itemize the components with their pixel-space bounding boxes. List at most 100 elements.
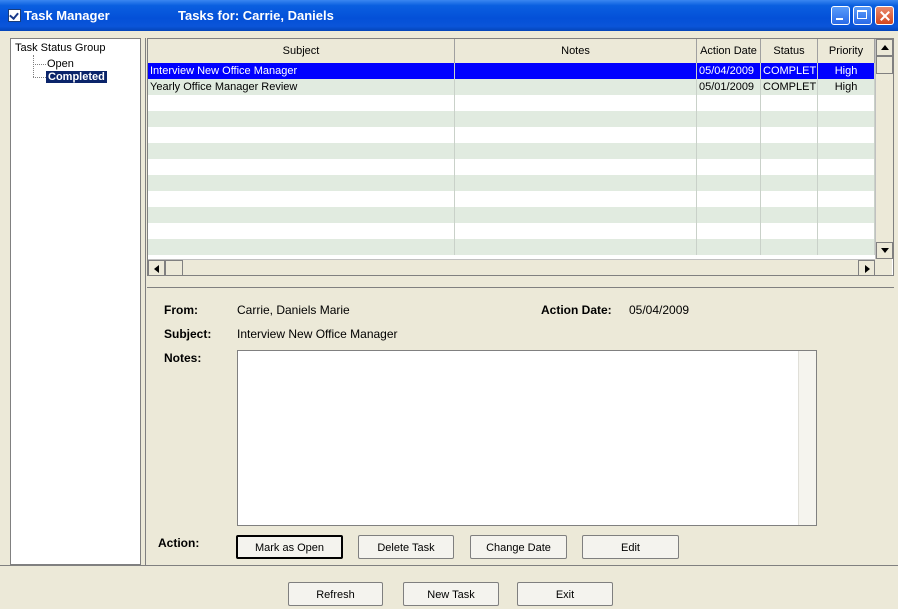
empty-cell (148, 111, 455, 127)
arrow-up-icon (881, 45, 889, 50)
notes-label: Notes: (164, 351, 202, 365)
scroll-thumb[interactable] (876, 56, 893, 74)
empty-cell (761, 159, 818, 175)
empty-cell (697, 191, 761, 207)
empty-cell (761, 127, 818, 143)
empty-cell (818, 95, 875, 111)
empty-cell (818, 127, 875, 143)
empty-cell (697, 207, 761, 223)
vertical-scrollbar[interactable] (875, 39, 893, 259)
cell-notes (455, 63, 697, 79)
empty-cell (818, 191, 875, 207)
empty-cell (455, 95, 697, 111)
minimize-icon[interactable] (831, 6, 850, 25)
empty-row (148, 127, 875, 143)
empty-cell (697, 143, 761, 159)
cell-status: COMPLETE (763, 79, 818, 95)
scroll-right-button[interactable] (858, 260, 875, 275)
empty-cell (818, 239, 875, 255)
exit-button[interactable]: Exit (517, 582, 613, 606)
empty-row (148, 159, 875, 175)
change-date-button[interactable]: Change Date (470, 535, 567, 559)
empty-cell (761, 111, 818, 127)
scroll-left-button[interactable] (148, 260, 165, 275)
empty-cell (148, 191, 455, 207)
table-row[interactable]: Yearly Office Manager Review 05/01/2009 … (148, 79, 875, 95)
empty-cell (455, 191, 697, 207)
tasks-for-title: Tasks for: Carrie, Daniels (178, 8, 334, 23)
tree-connector (33, 77, 46, 78)
table-row[interactable]: Interview New Office Manager 05/04/2009 … (148, 63, 875, 79)
action-label: Action: (158, 536, 200, 550)
column-notes[interactable]: Notes (455, 39, 697, 63)
horizontal-scrollbar[interactable] (148, 259, 875, 275)
status-tree[interactable]: Task Status Group Open Completed (10, 38, 141, 565)
maximize-icon[interactable] (853, 6, 872, 25)
empty-cell (697, 111, 761, 127)
subject-value: Interview New Office Manager (237, 327, 398, 341)
notes-scrollbar[interactable] (798, 351, 816, 525)
tree-connector (33, 64, 46, 65)
empty-cell (697, 239, 761, 255)
tree-item-open[interactable]: Open (47, 58, 74, 70)
action-date-value: 05/04/2009 (629, 303, 690, 317)
empty-cell (148, 175, 455, 191)
empty-cell (697, 95, 761, 111)
from-label: From: (164, 303, 198, 317)
empty-row (148, 207, 875, 223)
empty-row (148, 191, 875, 207)
empty-row (148, 239, 875, 255)
cell-action-date: 05/01/2009 (697, 79, 761, 95)
scroll-thumb-horizontal[interactable] (165, 260, 183, 275)
empty-cell (818, 175, 875, 191)
pane-divider[interactable] (145, 38, 146, 565)
checkbox-app-icon (8, 9, 21, 22)
empty-cell (761, 95, 818, 111)
column-priority[interactable]: Priority (818, 39, 875, 63)
empty-row (148, 95, 875, 111)
empty-cell (761, 223, 818, 239)
mark-as-open-button[interactable]: Mark as Open (236, 535, 343, 559)
action-date-label: Action Date: (541, 303, 612, 317)
scroll-up-button[interactable] (876, 39, 893, 56)
empty-cell (818, 143, 875, 159)
tree-item-completed[interactable]: Completed (46, 71, 107, 83)
title-bar[interactable]: Task Manager Tasks for: Carrie, Daniels (0, 0, 898, 31)
subject-label: Subject: (164, 327, 212, 341)
empty-cell (148, 127, 455, 143)
grid-header: Subject Notes Action Date Status Priorit… (148, 39, 875, 64)
tree-root[interactable]: Task Status Group (15, 42, 106, 54)
cell-action-date: 05/04/2009 (697, 63, 761, 79)
empty-cell (148, 95, 455, 111)
scroll-down-button[interactable] (876, 242, 893, 259)
empty-cell (761, 239, 818, 255)
arrow-right-icon (865, 265, 870, 273)
empty-cell (455, 207, 697, 223)
new-task-button[interactable]: New Task (403, 582, 499, 606)
cell-priority: High (818, 79, 875, 95)
column-action-date[interactable]: Action Date (697, 39, 761, 63)
empty-cell (761, 175, 818, 191)
close-icon[interactable] (875, 6, 894, 25)
arrow-left-icon (154, 265, 159, 273)
column-subject[interactable]: Subject (148, 39, 455, 63)
empty-cell (148, 223, 455, 239)
empty-cell (148, 143, 455, 159)
app-title: Task Manager (24, 8, 110, 23)
empty-cell (818, 207, 875, 223)
delete-task-button[interactable]: Delete Task (358, 535, 454, 559)
edit-button[interactable]: Edit (582, 535, 679, 559)
cell-notes (455, 79, 697, 95)
notes-textarea[interactable] (237, 350, 817, 526)
empty-row (148, 175, 875, 191)
tree-connector (33, 55, 34, 77)
column-status[interactable]: Status (761, 39, 818, 63)
empty-cell (697, 175, 761, 191)
empty-cell (697, 223, 761, 239)
cell-status: COMPLETE (763, 63, 818, 79)
tasks-grid[interactable]: Subject Notes Action Date Status Priorit… (147, 38, 894, 276)
empty-cell (818, 159, 875, 175)
refresh-button[interactable]: Refresh (288, 582, 383, 606)
arrow-down-icon (881, 248, 889, 253)
empty-cell (761, 207, 818, 223)
